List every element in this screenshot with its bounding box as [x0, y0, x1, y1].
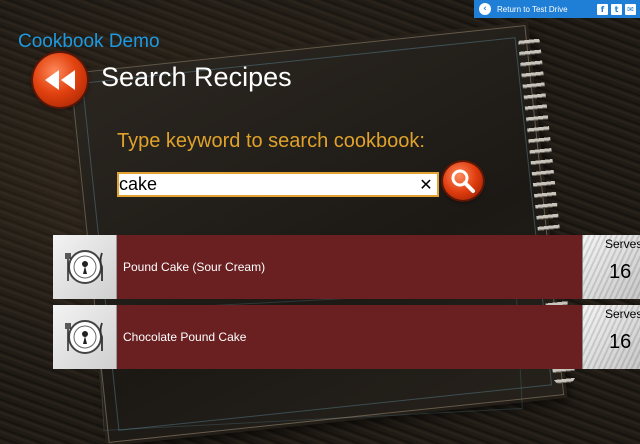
page-title: Search Recipes	[101, 62, 292, 92]
serves-badge: Serves 16	[582, 305, 640, 369]
recipe-name: Pound Cake (Sour Cream)	[123, 260, 266, 274]
plate-icon	[64, 320, 103, 354]
clear-search-icon[interactable]: ✕	[415, 175, 437, 194]
recipe-name: Chocolate Pound Cake	[123, 330, 247, 344]
serves-label: Serves	[605, 237, 640, 251]
recipe-thumbnail	[53, 305, 117, 369]
serves-label: Serves	[605, 307, 640, 321]
facebook-icon[interactable]: f	[597, 3, 608, 15]
app-title: Cookbook Demo	[18, 31, 160, 52]
recipe-row[interactable]: Pound Cake (Sour Cream) Serves 16	[53, 235, 640, 299]
recipe-row[interactable]: Chocolate Pound Cake Serves 16	[53, 305, 640, 369]
search-prompt: Type keyword to search cookbook:	[117, 130, 425, 152]
search-field: ✕	[117, 172, 439, 197]
search-icon	[451, 169, 475, 193]
return-to-test-drive-label[interactable]: Return to Test Drive	[497, 5, 568, 14]
serves-badge: Serves 16	[582, 235, 640, 299]
return-to-test-drive-bar[interactable]: ‹ Return to Test Drive f t ✉	[474, 0, 640, 18]
recipe-thumbnail	[53, 235, 117, 299]
back-arrow-icon: ‹	[479, 3, 491, 15]
social-links: f t ✉	[597, 3, 636, 15]
search-input[interactable]	[119, 174, 415, 195]
plate-icon	[64, 250, 103, 284]
back-button[interactable]	[33, 53, 87, 107]
twitter-icon[interactable]: t	[611, 3, 622, 15]
email-icon[interactable]: ✉	[625, 3, 636, 15]
serves-count: 16	[609, 331, 632, 353]
serves-count: 16	[609, 261, 632, 283]
search-button[interactable]	[443, 162, 483, 200]
results-list: Pound Cake (Sour Cream) Serves 16 Chocol…	[53, 235, 640, 375]
rewind-icon	[45, 70, 75, 90]
